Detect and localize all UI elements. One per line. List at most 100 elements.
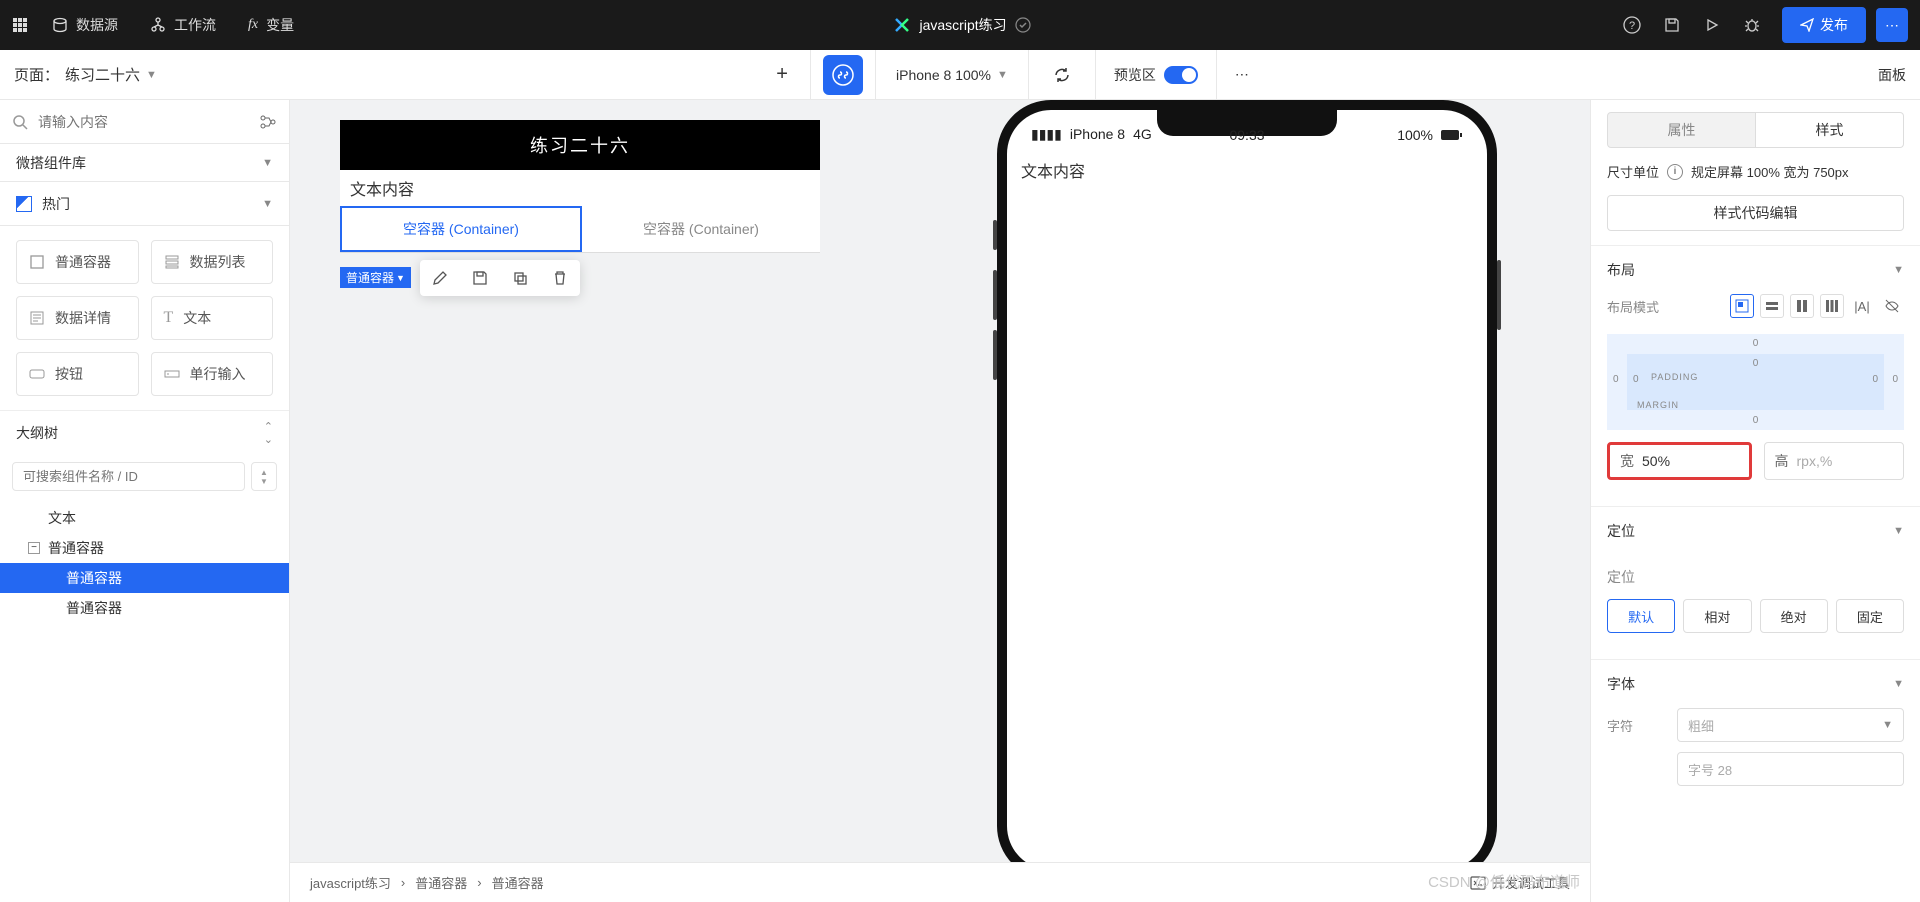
nav-datasource[interactable]: 数据源 — [36, 15, 134, 35]
tree-node-container-2[interactable]: 普通容器 — [0, 563, 289, 593]
tab-attributes[interactable]: 属性 — [1607, 112, 1756, 148]
device-label: iPhone 8 100% — [896, 67, 991, 83]
position-section: 定位 ▼ 定位 默认 相对 绝对 固定 — [1591, 506, 1920, 645]
width-field[interactable]: 宽 50% — [1607, 442, 1752, 480]
size-unit-row: 尺寸单位 i 规定屏幕 100% 宽为 750px — [1591, 148, 1920, 195]
save-icon[interactable] — [470, 268, 490, 288]
save-icon[interactable] — [1654, 7, 1690, 43]
layout-default-icon[interactable] — [1730, 294, 1754, 318]
chevron-down-icon: ▼ — [1893, 264, 1904, 276]
position-default[interactable]: 默认 — [1607, 599, 1675, 633]
component-search — [0, 100, 289, 144]
collapse-icon[interactable]: − — [28, 542, 40, 554]
comp-datadetail[interactable]: 数据详情 — [16, 296, 139, 340]
position-options: 默认 相对 绝对 固定 — [1591, 599, 1920, 645]
comp-container[interactable]: 普通容器 — [16, 240, 139, 284]
expand-collapse-icon[interactable]: ⌃⌄ — [264, 420, 273, 446]
position-relative[interactable]: 相对 — [1683, 599, 1751, 633]
add-page-button[interactable]: + — [768, 61, 796, 89]
apps-grid-icon[interactable] — [12, 17, 36, 33]
preview-label: 预览区 — [1114, 65, 1156, 85]
width-height-row: 宽 50% 高 rpx,% — [1591, 442, 1920, 492]
nav-variable-label: 变量 — [266, 15, 294, 35]
font-size-select[interactable]: 字号 28 — [1677, 752, 1904, 786]
delete-icon[interactable] — [550, 268, 570, 288]
layout-row-icon[interactable] — [1760, 294, 1784, 318]
font-section-header[interactable]: 字体 ▼ — [1591, 660, 1920, 708]
position-absolute[interactable]: 绝对 — [1760, 599, 1828, 633]
debug-tools-link[interactable]: 开发调试工具 — [1470, 873, 1570, 892]
tab-style[interactable]: 样式 — [1756, 112, 1904, 148]
position-fixed[interactable]: 固定 — [1836, 599, 1904, 633]
help-icon[interactable]: ? — [1614, 7, 1650, 43]
panel-toggle[interactable]: 面板 — [1878, 65, 1906, 85]
comp-datalist[interactable]: 数据列表 — [151, 240, 274, 284]
terminal-icon — [1470, 875, 1486, 891]
outline-search-input[interactable] — [12, 462, 245, 491]
style-code-edit-button[interactable]: 样式代码编辑 — [1607, 195, 1904, 231]
send-icon — [1800, 18, 1814, 32]
second-bar: 页面： 练习二十六 ▼ + iPhone 8 100% ▼ 预览区 ⋯ 面板 — [0, 50, 1920, 100]
chevron-down-icon: ▼ — [262, 157, 273, 169]
layout-section: 布局 ▼ 布局模式 |A| 0 0 0 0 0 — [1591, 245, 1920, 492]
layout-col-icon[interactable] — [1790, 294, 1814, 318]
editor-container-2[interactable]: 空容器 (Container) — [582, 206, 820, 252]
search-input[interactable] — [38, 114, 249, 130]
breadcrumb-item[interactable]: 普通容器 — [415, 873, 467, 892]
phone-content: 文本内容 — [1021, 158, 1473, 182]
chevron-down-icon: ▼ — [1893, 678, 1904, 690]
device-selector[interactable]: iPhone 8 100% ▼ — [875, 50, 1029, 99]
tree-icon[interactable] — [259, 113, 277, 131]
component-lib-header[interactable]: 微搭组件库 ▼ — [0, 144, 289, 182]
editor-container-1[interactable]: 空容器 (Container) — [340, 206, 582, 252]
editor-page-header: 练习二十六 — [340, 120, 820, 170]
position-section-header[interactable]: 定位 ▼ — [1591, 507, 1920, 555]
status-time: 09:33 — [1229, 127, 1264, 143]
copy-icon[interactable] — [510, 268, 530, 288]
breadcrumb: javascript练习› 普通容器› 普通容器 开发调试工具 — [290, 862, 1590, 902]
tree-node-container-3[interactable]: 普通容器 — [0, 593, 289, 623]
hot-icon — [16, 196, 32, 212]
layout-hidden-icon[interactable] — [1880, 294, 1904, 318]
preview-toggle[interactable] — [1164, 66, 1198, 84]
height-field[interactable]: 高 rpx,% — [1764, 442, 1905, 480]
top-bar: 数据源 工作流 fx 变量 javascript练习 ? 发布 ⋯ — [0, 0, 1920, 50]
editor-text-content[interactable]: 文本内容 — [340, 170, 820, 206]
nav-workflow[interactable]: 工作流 — [134, 15, 232, 35]
info-icon[interactable]: i — [1667, 164, 1683, 180]
debug-icon[interactable] — [1734, 7, 1770, 43]
outline-search: ▲▼ — [12, 462, 277, 491]
selection-tag[interactable]: 普通容器▼ — [340, 267, 411, 288]
layout-section-header[interactable]: 布局 ▼ — [1591, 246, 1920, 294]
layout-col3-icon[interactable] — [1820, 294, 1844, 318]
refresh-button[interactable] — [1029, 50, 1096, 99]
breadcrumb-item[interactable]: 普通容器 — [492, 873, 544, 892]
more-options[interactable]: ⋯ — [1217, 66, 1267, 83]
comp-input[interactable]: 单行输入 — [151, 352, 274, 396]
layout-mode-row: 布局模式 |A| — [1591, 294, 1920, 330]
size-unit-desc: 规定屏幕 100% 宽为 750px — [1691, 162, 1849, 181]
layout-mode-label: 布局模式 — [1607, 297, 1659, 316]
page-selector[interactable]: 页面： 练习二十六 ▼ — [14, 64, 157, 85]
comp-button[interactable]: 按钮 — [16, 352, 139, 396]
font-weight-select[interactable]: 粗细▼ — [1677, 708, 1904, 742]
nav-workflow-label: 工作流 — [174, 15, 216, 35]
app-title-area: javascript练习 — [310, 15, 1614, 35]
hot-section-header[interactable]: 热门 ▼ — [0, 182, 289, 226]
layout-text-icon[interactable]: |A| — [1850, 294, 1874, 318]
sort-button[interactable]: ▲▼ — [251, 462, 277, 491]
comp-text[interactable]: T文本 — [151, 296, 274, 340]
outline-header[interactable]: 大纲树 ⌃⌄ — [0, 410, 289, 454]
publish-button[interactable]: 发布 — [1782, 7, 1866, 43]
tree-node-text[interactable]: 文本 — [0, 503, 289, 533]
edit-icon[interactable] — [430, 268, 450, 288]
chevron-down-icon: ▼ — [262, 198, 273, 210]
box-model[interactable]: 0 0 0 0 0 0 0 PADDING MARGIN — [1607, 334, 1904, 430]
more-button[interactable]: ⋯ — [1876, 8, 1908, 42]
play-icon[interactable] — [1694, 7, 1730, 43]
nav-variable[interactable]: fx 变量 — [232, 15, 310, 35]
tree-node-container-1[interactable]: −普通容器 — [0, 533, 289, 563]
miniprogram-icon[interactable] — [823, 55, 863, 95]
breadcrumb-item[interactable]: javascript练习 — [310, 873, 391, 892]
signal-icon: ▮▮▮▮ — [1031, 126, 1062, 143]
